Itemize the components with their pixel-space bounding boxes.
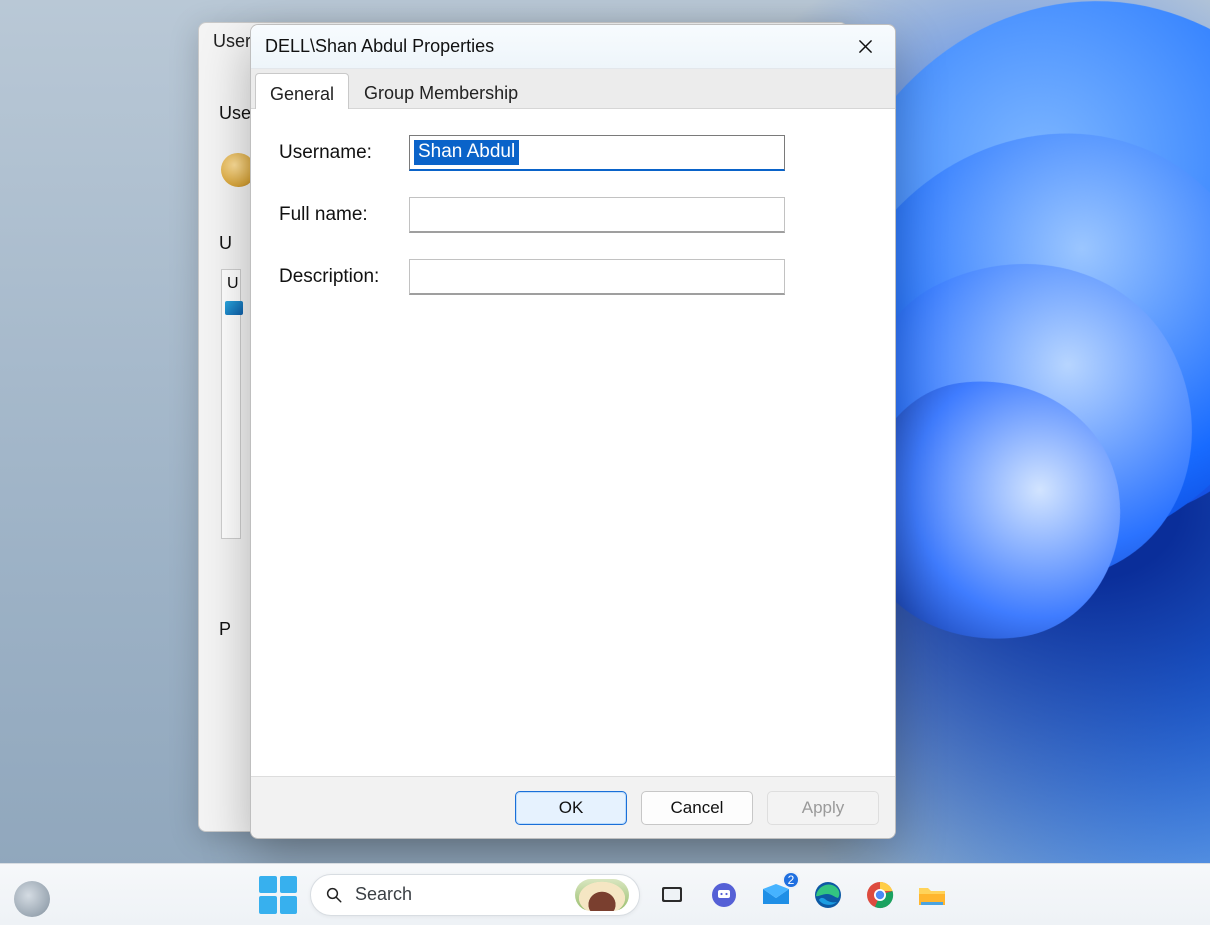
chat-icon <box>710 881 738 909</box>
description-label: Description: <box>279 266 409 288</box>
user-properties-dialog: DELL\Shan Abdul Properties General Group… <box>250 24 896 839</box>
taskbar-search[interactable]: Search <box>310 874 640 916</box>
close-icon <box>858 39 873 54</box>
chrome-button[interactable] <box>860 875 900 915</box>
username-label: Username: <box>279 142 409 164</box>
row-username: Username: Shan Abdul <box>279 135 867 171</box>
back-window-list-header-char: U <box>227 275 239 293</box>
user-row-icon <box>225 301 243 315</box>
fullname-field[interactable] <box>409 197 785 233</box>
mail-button[interactable]: 2 <box>756 875 796 915</box>
apply-button[interactable]: Apply <box>767 791 879 825</box>
back-window-password-section: P <box>219 619 231 640</box>
taskview-icon <box>659 882 685 908</box>
edge-icon <box>813 880 843 910</box>
file-explorer-button[interactable] <box>912 875 952 915</box>
search-placeholder: Search <box>355 884 563 905</box>
tab-strip: General Group Membership <box>251 69 895 109</box>
description-field[interactable] <box>409 259 785 295</box>
widgets-button[interactable] <box>14 881 50 917</box>
row-description: Description: <box>279 259 867 295</box>
taskbar[interactable]: Search 2 <box>0 863 1210 925</box>
chrome-icon <box>865 880 895 910</box>
taskbar-center: Search 2 <box>258 874 952 916</box>
close-button[interactable] <box>845 31 885 63</box>
start-button[interactable] <box>258 875 298 915</box>
edge-button[interactable] <box>808 875 848 915</box>
mail-badge: 2 <box>782 871 800 889</box>
dialog-title: DELL\Shan Abdul Properties <box>265 36 494 57</box>
search-icon <box>325 886 343 904</box>
fullname-label: Full name: <box>279 204 409 226</box>
tab-general[interactable]: General <box>255 73 349 109</box>
username-selected-text: Shan Abdul <box>414 140 519 165</box>
row-fullname: Full name: <box>279 197 867 233</box>
cancel-button[interactable]: Cancel <box>641 791 753 825</box>
tab-body-general: Username: Shan Abdul Full name: Descript… <box>251 109 895 776</box>
start-icon <box>259 876 297 914</box>
back-window-users-section: U <box>219 233 232 254</box>
chat-button[interactable] <box>704 875 744 915</box>
username-field[interactable]: Shan Abdul <box>409 135 785 171</box>
taskview-button[interactable] <box>652 875 692 915</box>
dialog-titlebar[interactable]: DELL\Shan Abdul Properties <box>251 25 895 69</box>
ok-button[interactable]: OK <box>515 791 627 825</box>
file-explorer-icon <box>917 882 947 908</box>
search-highlight-art-icon <box>575 879 629 911</box>
dialog-footer: OK Cancel Apply <box>251 776 895 838</box>
tab-group-membership[interactable]: Group Membership <box>349 72 533 108</box>
